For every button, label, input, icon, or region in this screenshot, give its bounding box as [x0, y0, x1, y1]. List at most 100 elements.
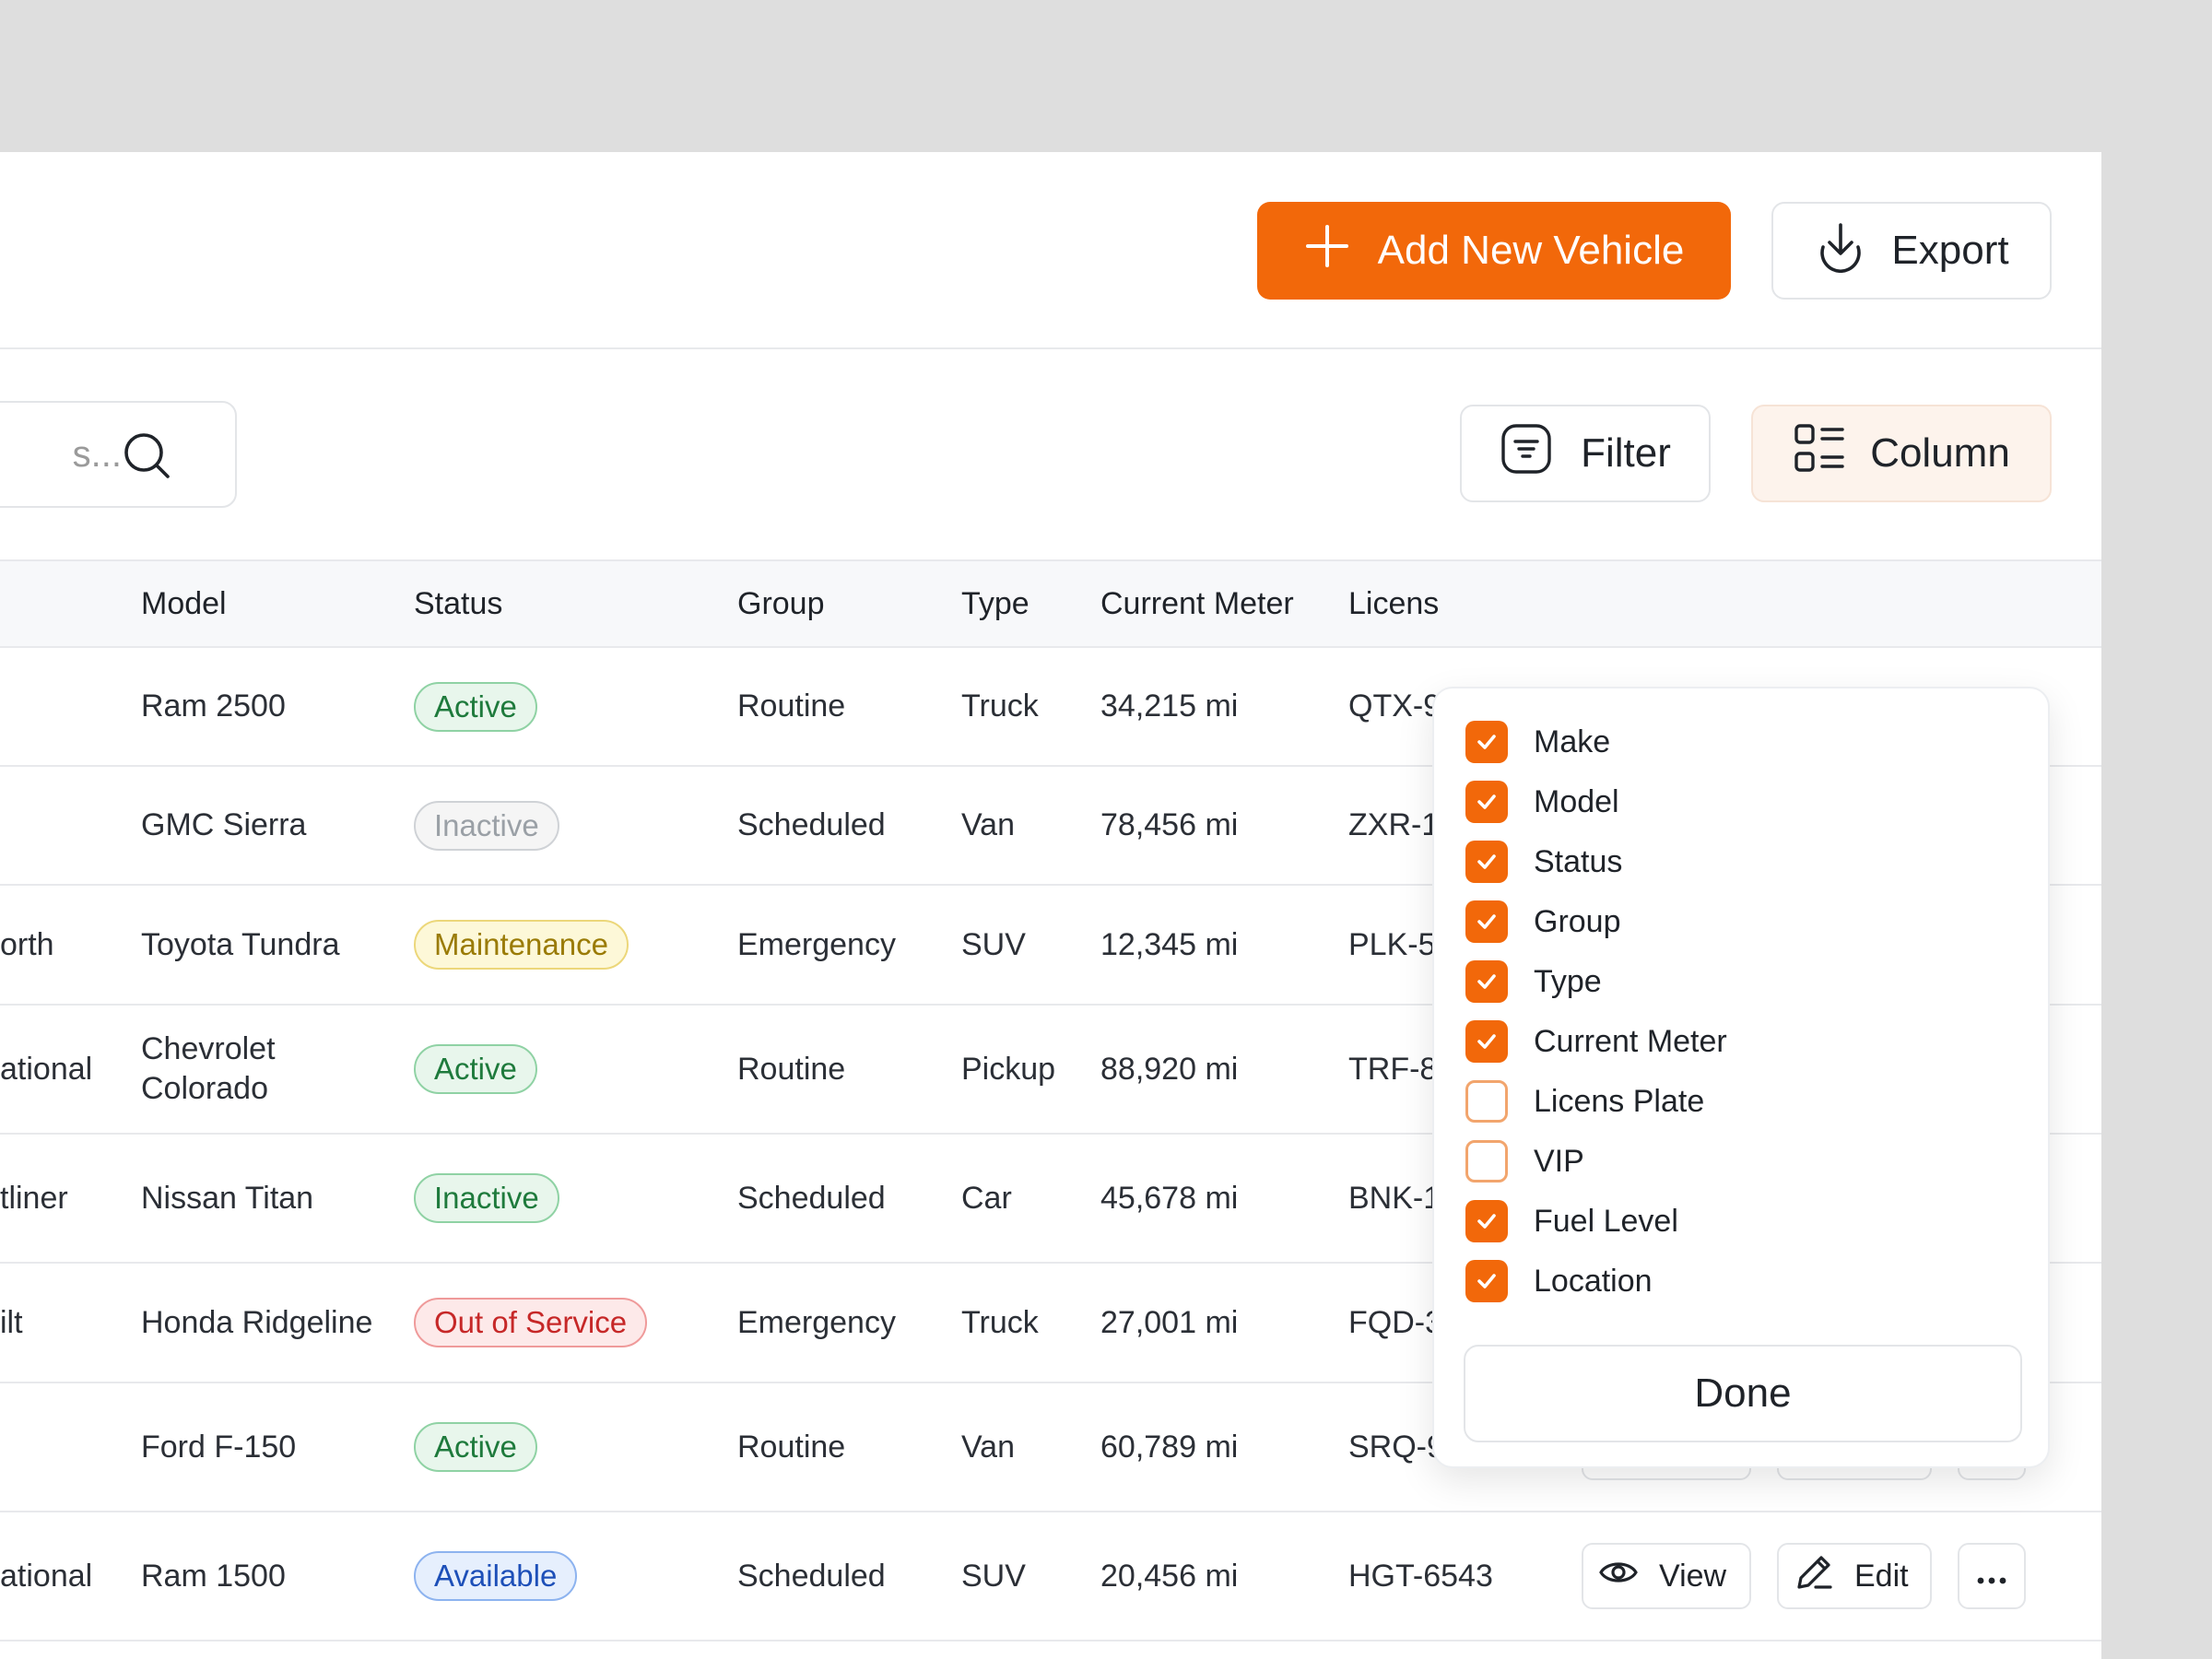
cell-status: Out of Service: [414, 1264, 648, 1382]
cell-model: Ram 1500: [141, 1558, 286, 1594]
cell-group: Scheduled: [737, 1180, 886, 1216]
edit-label: Edit: [1854, 1558, 1909, 1594]
table-header: Model Status Group Type Current Meter Li…: [0, 559, 2101, 648]
search-input[interactable]: [0, 403, 122, 506]
cell-meter: 20,456 mi: [1100, 1558, 1239, 1594]
cell-status: Active: [414, 1383, 537, 1511]
column-header-license[interactable]: Licens: [1348, 561, 1439, 646]
pencil-icon: [1794, 1552, 1834, 1601]
column-option-status[interactable]: Status: [1465, 839, 1622, 885]
column-option-make[interactable]: Make: [1465, 719, 1610, 765]
column-option-label: Fuel Level: [1534, 1203, 1678, 1239]
status-badge: Inactive: [414, 1173, 559, 1223]
cell-plate: BNK-1: [1348, 1180, 1441, 1216]
column-option-label: Type: [1534, 963, 1602, 999]
checkbox-checked[interactable]: [1465, 960, 1508, 1003]
column-header-type[interactable]: Type: [961, 561, 1030, 646]
search-box[interactable]: [0, 401, 237, 508]
cell-model: Honda Ridgeline: [141, 1304, 373, 1340]
cell-plate: QTX-9: [1348, 688, 1441, 724]
cell-meter: 45,678 mi: [1100, 1180, 1239, 1216]
cell-status: Active: [414, 1006, 537, 1133]
cell-status: Inactive: [414, 767, 559, 884]
column-option-label: Group: [1534, 903, 1621, 939]
checkbox-checked[interactable]: [1465, 900, 1508, 943]
cell-meter: 88,920 mi: [1100, 1051, 1239, 1087]
column-option-type[interactable]: Type: [1465, 959, 1602, 1005]
cell-meter: 34,215 mi: [1100, 688, 1239, 724]
row-actions: View Edit: [1582, 1512, 2026, 1640]
column-header-model[interactable]: Model: [141, 561, 227, 646]
column-button[interactable]: Column: [1751, 405, 2052, 502]
column-option-label: Location: [1534, 1263, 1653, 1299]
cell-meter: 60,789 mi: [1100, 1429, 1239, 1465]
cell-name: tliner: [0, 1180, 68, 1216]
cell-group: Emergency: [737, 1304, 896, 1340]
cell-model: GMC Sierra: [141, 807, 307, 842]
cell-meter: 27,001 mi: [1100, 1304, 1239, 1340]
filter-button[interactable]: Filter: [1460, 405, 1711, 502]
cell-group: Scheduled: [737, 807, 886, 842]
add-new-vehicle-label: Add New Vehicle: [1377, 228, 1685, 273]
column-option-label: Status: [1534, 843, 1623, 879]
status-badge: Active: [414, 1422, 537, 1472]
download-icon: [1814, 219, 1867, 283]
edit-button[interactable]: Edit: [1777, 1543, 1932, 1609]
checkbox-checked[interactable]: [1465, 721, 1508, 763]
columns-icon: [1793, 422, 1846, 486]
table-row[interactable]: ational Ram 1500 Available Scheduled SUV…: [0, 1512, 2101, 1641]
cell-group: Routine: [737, 688, 846, 724]
cell-plate: HGT-6543: [1348, 1558, 1493, 1594]
checkbox-checked[interactable]: [1465, 781, 1508, 823]
column-option-model[interactable]: Model: [1465, 779, 1619, 825]
header-divider: [0, 347, 2101, 349]
cell-group: Routine: [737, 1051, 846, 1087]
plus-icon: [1304, 223, 1350, 279]
done-button[interactable]: Done: [1464, 1345, 2022, 1442]
status-badge: Available: [414, 1551, 578, 1601]
checkbox-checked[interactable]: [1465, 1020, 1508, 1063]
column-header-status[interactable]: Status: [414, 561, 502, 646]
cell-type: Truck: [961, 1304, 1039, 1340]
status-badge: Active: [414, 681, 537, 732]
cell-type: Van: [961, 807, 1015, 842]
search-icon[interactable]: [122, 430, 173, 487]
column-option-label: VIP: [1534, 1143, 1584, 1179]
eye-icon: [1598, 1552, 1639, 1601]
checkbox-unchecked[interactable]: [1465, 1080, 1508, 1123]
cell-plate: PLK-5: [1348, 926, 1436, 962]
cell-meter: 12,345 mi: [1100, 926, 1239, 962]
export-button[interactable]: Export: [1771, 202, 2052, 300]
column-header-group[interactable]: Group: [737, 561, 825, 646]
checkbox-checked[interactable]: [1465, 841, 1508, 883]
cell-status: Maintenance: [414, 886, 629, 1004]
more-options-button[interactable]: [1958, 1543, 2026, 1609]
main-panel: Add New Vehicle Export Filter Column Mod…: [0, 152, 2101, 1659]
column-option-current-meter[interactable]: Current Meter: [1465, 1018, 1727, 1065]
cell-status: Available: [414, 1512, 578, 1640]
view-button[interactable]: View: [1582, 1543, 1751, 1609]
cell-name: ational: [0, 1558, 93, 1594]
add-new-vehicle-button[interactable]: Add New Vehicle: [1257, 202, 1731, 300]
column-header-current-meter[interactable]: Current Meter: [1100, 561, 1294, 646]
column-option-location[interactable]: Location: [1465, 1258, 1653, 1304]
cell-type: Pickup: [961, 1051, 1056, 1087]
export-label: Export: [1891, 228, 2009, 273]
column-option-vip[interactable]: VIP: [1465, 1138, 1584, 1184]
cell-status: Active: [414, 648, 537, 765]
checkbox-checked[interactable]: [1465, 1200, 1508, 1242]
cell-group: Routine: [737, 1429, 846, 1465]
checkbox-unchecked[interactable]: [1465, 1140, 1508, 1182]
column-option-license-plate[interactable]: Licens Plate: [1465, 1078, 1704, 1124]
view-label: View: [1659, 1558, 1727, 1594]
column-option-group[interactable]: Group: [1465, 899, 1621, 945]
column-option-label: Model: [1534, 783, 1619, 819]
cell-model: Chevrolet Colorado: [141, 1031, 276, 1106]
column-visibility-menu: Make Model Status Group Type Current Met…: [1432, 687, 2050, 1468]
cell-type: SUV: [961, 1558, 1026, 1594]
cell-type: Car: [961, 1180, 1012, 1216]
checkbox-checked[interactable]: [1465, 1260, 1508, 1302]
column-option-label: Licens Plate: [1534, 1083, 1705, 1119]
status-badge: Out of Service: [414, 1298, 648, 1347]
column-option-fuel-level[interactable]: Fuel Level: [1465, 1198, 1678, 1244]
